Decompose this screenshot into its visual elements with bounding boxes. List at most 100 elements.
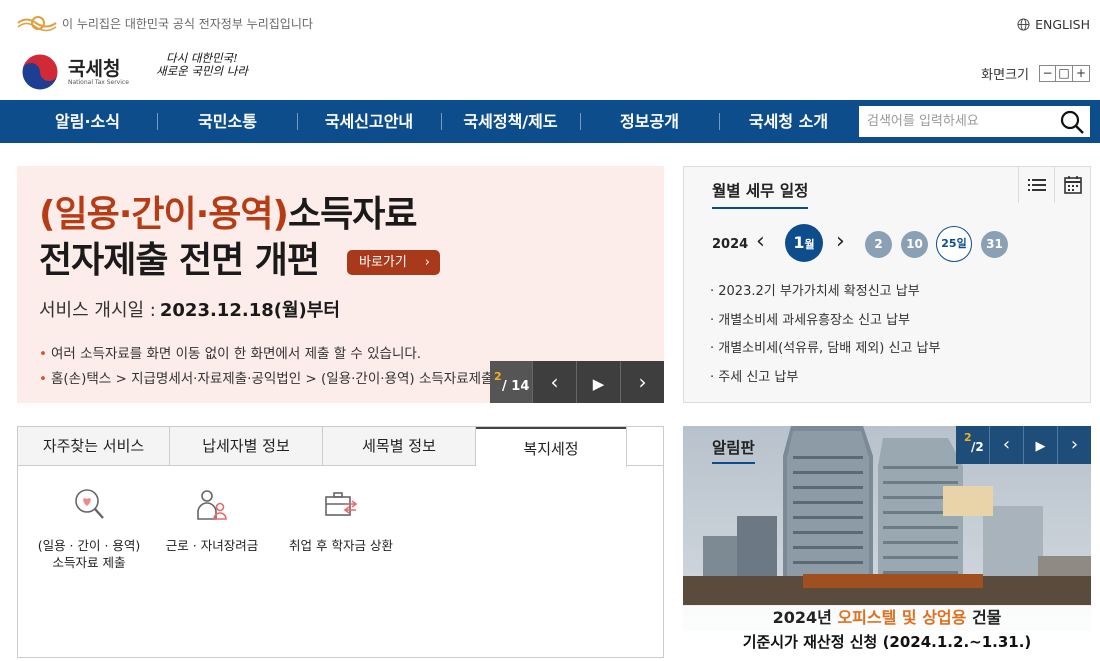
- notice-pager: 2 /2 ‹ ▶ ›: [956, 426, 1091, 464]
- notice-title: 알림판: [712, 436, 755, 464]
- notice-next-button[interactable]: ›: [1057, 426, 1091, 464]
- tab-welfare-tax[interactable]: 복지세정: [476, 427, 627, 467]
- language-link[interactable]: ENGLISH: [1017, 17, 1090, 32]
- search-icon[interactable]: [1059, 109, 1085, 135]
- bullet-dot-icon: •: [39, 371, 47, 387]
- bullet-dot-icon: •: [39, 346, 47, 362]
- service-label-line2: 소득자료 제출: [52, 555, 126, 570]
- site-header: 국세청 National Tax Service 다시 대한민국! 새로운 국민…: [0, 46, 1100, 100]
- banner-pager: 2 / 14 ‹ ▶ ›: [490, 361, 664, 403]
- play-icon: ▶: [592, 375, 605, 393]
- service-date: 서비스 개시일 :2023.12.18(월)부터: [39, 296, 340, 322]
- tab-frequent-services[interactable]: 자주찾는 서비스: [18, 427, 170, 466]
- calendar-event-text: 2023.2기 부가가치세 확정신고 납부: [718, 284, 920, 299]
- banner-page-counter: 2 / 14: [490, 361, 532, 403]
- banner-bullet-text: 여러 소득자료를 화면 이동 없이 한 화면에서 제출 할 수 있습니다.: [50, 346, 422, 362]
- calendar-view-button[interactable]: [1054, 167, 1090, 203]
- service-date-label: 서비스 개시일 :: [39, 300, 156, 321]
- nav-divider: [157, 113, 158, 130]
- font-size-label: 화면크기: [981, 68, 1029, 83]
- caption-year: 2024년: [772, 608, 832, 627]
- nts-logo[interactable]: 국세청 National Tax Service: [20, 50, 140, 94]
- service-tabs: 자주찾는 서비스 납세자별 정보 세목별 정보 복지세정 (일용 · 간이 · …: [17, 426, 664, 658]
- calendar-event[interactable]: · 개별소비세 과세유흥장소 신고 납부: [710, 309, 910, 328]
- chevron-right-icon: ›: [638, 370, 647, 394]
- font-increase-button[interactable]: +: [1073, 65, 1090, 82]
- banner-title-rest: 소득자료: [287, 194, 417, 235]
- calendar-day-selected[interactable]: 25일: [936, 226, 972, 262]
- calendar-event[interactable]: · 개별소비세(석유류, 담배 제외) 신고 납부: [710, 337, 940, 356]
- nav-item-communication[interactable]: 국민소통: [160, 100, 295, 143]
- prev-month-button[interactable]: ‹: [756, 229, 765, 254]
- calendar-day[interactable]: 2: [865, 231, 892, 258]
- service-label-line1: 근로 · 자녀장려금: [165, 538, 259, 553]
- font-reset-button[interactable]: □: [1056, 65, 1073, 82]
- banner-title-line1: (일용·간이·용역)소득자료: [39, 192, 417, 238]
- notice-caption-line2: 기준시가 재산정 신청 (2024.1.2.~1.31.): [683, 631, 1091, 654]
- calendar-day[interactable]: 31: [981, 231, 1008, 258]
- banner-title-highlight: (일용·간이·용역): [39, 194, 289, 235]
- main-nav: 알림·소식 국민소통 국세신고안내 국세정책/제도 정보공개 국세청 소개: [0, 100, 1100, 143]
- service-shortcut[interactable]: (일용 · 간이 · 용역) 소득자료 제출: [24, 487, 154, 571]
- notice-board: 알림판 2 /2 ‹ ▶ › 2024년 오피스텔 및 상업용 건물 기준시가 …: [683, 426, 1091, 654]
- chevron-right-icon: ›: [1070, 434, 1079, 455]
- service-label-line1: 취업 후 학자금 상환: [289, 538, 393, 553]
- play-icon: ▶: [1035, 439, 1046, 454]
- banner-bullet: • 홈(손)택스 > 지급명세서·자료제출·공익법인 > (일용·간이·용역) 소…: [39, 367, 493, 387]
- calendar-title: 월별 세무 일정: [712, 179, 809, 209]
- banner-bullet-text: 홈(손)택스 > 지급명세서·자료제출·공익법인 > (일용·간이·용역) 소득…: [50, 371, 494, 387]
- next-month-button[interactable]: ›: [836, 229, 845, 254]
- caption-highlight: 오피스텔 및 상업용: [837, 608, 967, 627]
- nav-item-disclosure[interactable]: 정보공개: [582, 100, 717, 143]
- chevron-right-icon: ›: [424, 255, 430, 270]
- nav-item-tax-policy[interactable]: 국세정책/제도: [443, 100, 578, 143]
- nav-item-news[interactable]: 알림·소식: [20, 100, 155, 143]
- tab-filler: [627, 427, 663, 466]
- calendar-event[interactable]: · 주세 신고 납부: [710, 366, 798, 385]
- tab-taxpayer-info[interactable]: 납세자별 정보: [170, 427, 323, 466]
- banner-prev-button[interactable]: ‹: [532, 361, 576, 403]
- slogan: 다시 대한민국! 새로운 국민의 나라: [156, 52, 248, 78]
- calendar-event[interactable]: · 2023.2기 부가가치세 확정신고 납부: [710, 280, 920, 299]
- family-icon: [197, 490, 227, 520]
- taegeuk-logo-icon: [21, 53, 59, 91]
- service-shortcut[interactable]: 근로 · 자녀장려금: [152, 487, 272, 554]
- logo-subtitle: National Tax Service: [68, 78, 129, 86]
- gov-notice-text: 이 누리집은 대한민국 공식 전자정부 누리집입니다: [62, 17, 313, 31]
- notice-prev-button[interactable]: ‹: [989, 426, 1023, 464]
- notice-page-total: /2: [971, 440, 984, 454]
- service-shortcut[interactable]: 취업 후 학자금 상환: [276, 487, 406, 554]
- calendar-event-text: 주세 신고 납부: [718, 370, 799, 385]
- banner-next-button[interactable]: ›: [620, 361, 664, 403]
- notice-play-button[interactable]: ▶: [1023, 426, 1057, 464]
- chevron-left-icon: ‹: [550, 370, 559, 394]
- caption-rest: 건물: [971, 608, 1002, 627]
- calendar-day[interactable]: 10: [901, 231, 928, 258]
- banner-goto-button[interactable]: 바로가기 ›: [347, 250, 440, 275]
- nav-divider: [719, 113, 720, 130]
- tax-calendar: 월별 세무 일정 2024 ‹ 1월 › 2 10 25일 31 · 2023.…: [683, 166, 1091, 403]
- notice-caption-line1: 2024년 오피스텔 및 상업용 건물: [683, 605, 1091, 631]
- tab-tax-item-info[interactable]: 세목별 정보: [323, 427, 476, 466]
- banner-play-button[interactable]: ▶: [576, 361, 620, 403]
- nav-item-about[interactable]: 국세청 소개: [722, 100, 855, 143]
- nav-item-tax-filing[interactable]: 국세신고안내: [300, 100, 438, 143]
- goto-label: 바로가기: [359, 255, 407, 270]
- font-decrease-button[interactable]: −: [1039, 65, 1056, 82]
- banner-page-current: 2: [494, 370, 502, 383]
- search-box: [858, 105, 1091, 138]
- search-input[interactable]: [867, 106, 1057, 137]
- language-label: ENGLISH: [1035, 17, 1090, 32]
- income-report-icon: [75, 489, 104, 519]
- list-view-button[interactable]: [1018, 167, 1054, 203]
- month-suffix: 월: [804, 238, 815, 251]
- font-size-control: 화면크기 − □ +: [981, 64, 1090, 83]
- nav-divider: [441, 113, 442, 130]
- banner-page-total: / 14: [502, 379, 530, 394]
- current-month[interactable]: 1월: [785, 224, 823, 262]
- nav-divider: [580, 113, 581, 130]
- month-number: 1: [793, 233, 805, 252]
- notice-page-counter: 2 /2: [956, 426, 989, 464]
- chevron-right-icon: ›: [836, 229, 845, 254]
- gov-emblem-icon: [17, 16, 57, 32]
